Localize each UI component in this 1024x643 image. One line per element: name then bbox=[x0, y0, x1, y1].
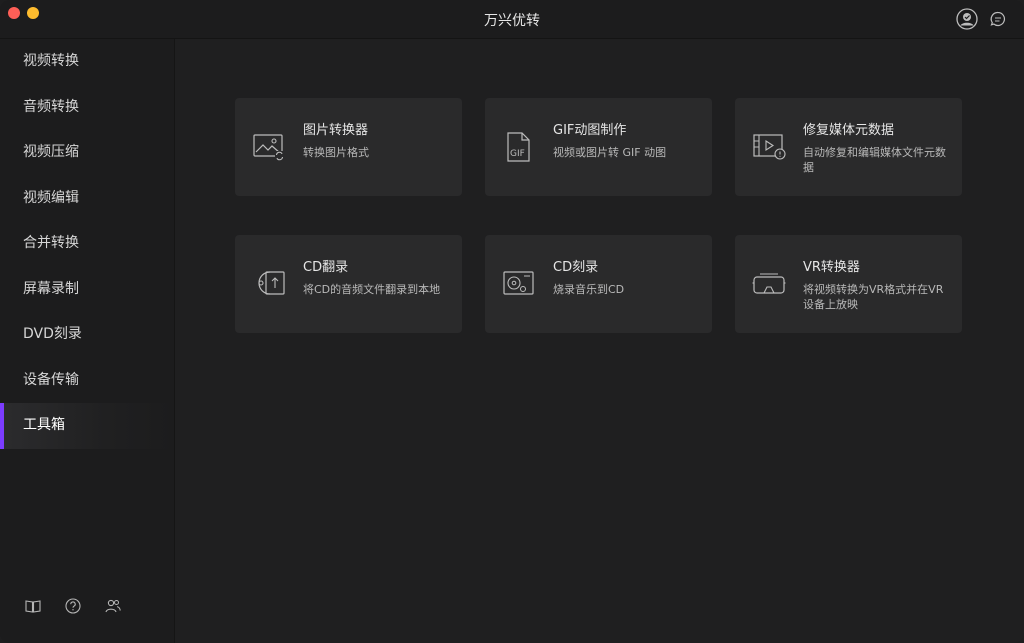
sidebar-footer bbox=[24, 597, 122, 615]
sidebar-item-video-edit[interactable]: 视频编辑 bbox=[0, 176, 174, 222]
gif-maker-card[interactable]: GIF GIF动图制作 视频或图片转 GIF 动图 bbox=[485, 98, 712, 196]
vr-headset-icon bbox=[752, 269, 786, 299]
sidebar-item-dvd-burn[interactable]: DVD刻录 bbox=[0, 312, 174, 358]
vr-converter-card[interactable]: VR转换器 将视频转换为VR格式并在VR设备上放映 bbox=[735, 235, 962, 333]
sidebar-item-audio-convert[interactable]: 音频转换 bbox=[0, 85, 174, 131]
card-title: GIF动图制作 bbox=[553, 123, 627, 138]
account-icon[interactable] bbox=[956, 8, 978, 30]
fix-metadata-card[interactable]: 修复媒体元数据 自动修复和编辑媒体文件元数据 bbox=[735, 98, 962, 196]
help-icon[interactable] bbox=[64, 597, 82, 615]
image-convert-icon bbox=[252, 132, 286, 162]
cd-burner-card[interactable]: CD刻录 烧录音乐到CD bbox=[485, 235, 712, 333]
book-icon[interactable] bbox=[24, 597, 42, 615]
card-description: 将视频转换为VR格式并在VR设备上放映 bbox=[803, 283, 944, 311]
sidebar-item-toolbox[interactable]: 工具箱 bbox=[0, 403, 174, 449]
feedback-icon[interactable] bbox=[987, 8, 1009, 30]
card-description: 自动修复和编辑媒体文件元数据 bbox=[803, 146, 946, 174]
card-title: 图片转换器 bbox=[303, 123, 369, 138]
card-title: CD刻录 bbox=[553, 260, 599, 275]
sidebar-item-video-convert[interactable]: 视频转换 bbox=[0, 39, 174, 85]
sidebar-item-video-compress[interactable]: 视频压缩 bbox=[0, 130, 174, 176]
title-bar: 万兴优转 bbox=[0, 0, 1024, 39]
sidebar-item-screen-record[interactable]: 屏幕录制 bbox=[0, 267, 174, 313]
card-description: 转换图片格式 bbox=[303, 146, 369, 159]
cd-rip-icon bbox=[252, 269, 286, 299]
window-title: 万兴优转 bbox=[484, 13, 540, 29]
toolbox-panel: 图片转换器 转换图片格式 GIF GIF动图制作 视频或图片转 GIF 动图 修… bbox=[175, 39, 1024, 643]
svg-text:GIF: GIF bbox=[510, 149, 525, 159]
card-title: CD翻录 bbox=[303, 260, 349, 275]
app-window: 万兴优转 视频转换 音频转换 视频压缩 视频编辑 合并转换 屏幕录制 DVD刻录… bbox=[0, 0, 1024, 643]
card-description: 视频或图片转 GIF 动图 bbox=[553, 146, 667, 159]
card-description: 将CD的音频文件翻录到本地 bbox=[303, 283, 441, 296]
image-converter-card[interactable]: 图片转换器 转换图片格式 bbox=[235, 98, 462, 196]
cd-ripper-card[interactable]: CD翻录 将CD的音频文件翻录到本地 bbox=[235, 235, 462, 333]
card-title: VR转换器 bbox=[803, 260, 860, 275]
sidebar-item-merge[interactable]: 合并转换 bbox=[0, 221, 174, 267]
card-description: 烧录音乐到CD bbox=[553, 283, 625, 296]
card-title: 修复媒体元数据 bbox=[803, 123, 895, 138]
users-icon[interactable] bbox=[104, 597, 122, 615]
sidebar: 视频转换 音频转换 视频压缩 视频编辑 合并转换 屏幕录制 DVD刻录 设备传输… bbox=[0, 39, 175, 643]
media-metadata-icon bbox=[752, 132, 786, 162]
sidebar-item-device-transfer[interactable]: 设备传输 bbox=[0, 358, 174, 404]
cd-burn-icon bbox=[502, 269, 536, 299]
gif-file-icon: GIF bbox=[502, 132, 536, 162]
